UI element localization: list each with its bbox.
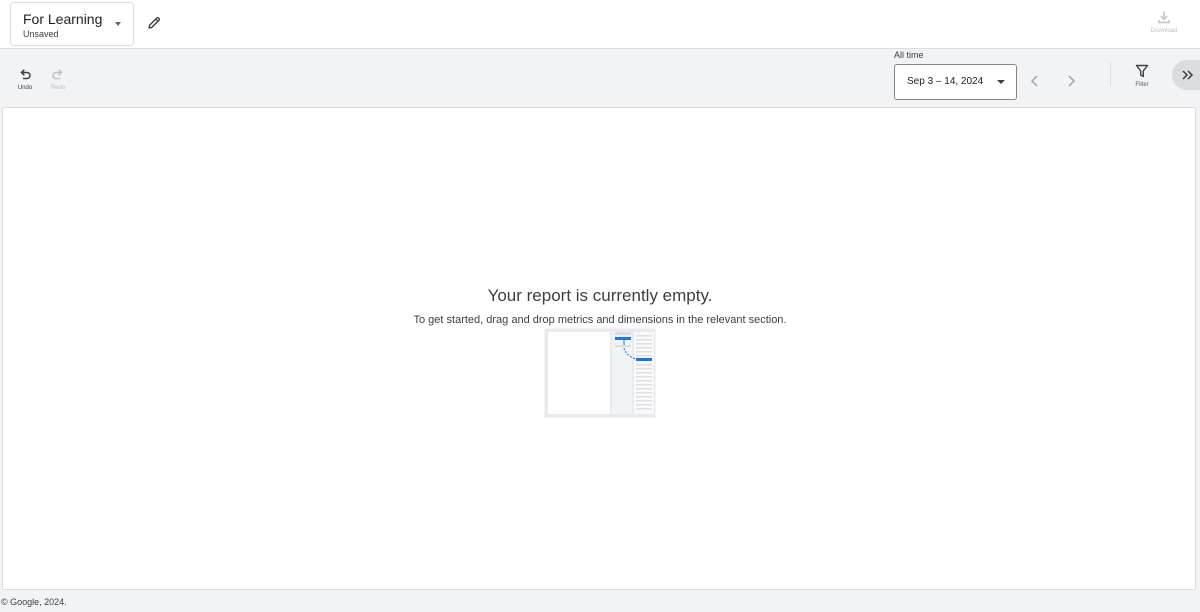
- redo-label: Redo: [50, 85, 66, 91]
- chevron-left-icon: [1031, 75, 1038, 87]
- expand-panel-button[interactable]: [1172, 60, 1200, 90]
- filter-button[interactable]: Filter: [1127, 64, 1157, 88]
- download-icon: [1158, 11, 1170, 24]
- date-range-picker[interactable]: Sep 3 – 14, 2024: [894, 64, 1017, 100]
- undo-label: Undo: [17, 85, 33, 91]
- empty-state-subtitle: To get started, drag and drop metrics an…: [413, 314, 787, 326]
- date-range-value: Sep 3 – 14, 2024: [907, 76, 984, 87]
- report-status: Unsaved: [23, 29, 59, 39]
- download-button[interactable]: Download: [1140, 10, 1188, 42]
- toolbar-divider: [1110, 62, 1111, 86]
- date-range-caption: All time: [894, 50, 924, 60]
- redo-button[interactable]: Redo: [44, 67, 72, 91]
- toolbar: Undo Redo All time Sep 3 – 14, 2024 Filt…: [0, 49, 1200, 106]
- previous-period-button[interactable]: [1026, 71, 1044, 91]
- filter-label: Filter: [1135, 82, 1149, 88]
- empty-state-title: Your report is currently empty.: [487, 286, 713, 305]
- report-title: For Learning: [23, 11, 103, 27]
- edit-report-button[interactable]: [143, 12, 165, 34]
- undo-button[interactable]: Undo: [11, 67, 39, 91]
- chevron-right-icon: [1068, 75, 1075, 87]
- report-selector[interactable]: For Learning Unsaved: [10, 2, 134, 46]
- footer-copyright: © Google, 2024.: [1, 597, 67, 607]
- report-header: For Learning Unsaved Download: [0, 0, 1200, 49]
- download-label: Download: [1150, 28, 1178, 34]
- report-canvas[interactable]: Your report is currently empty. To get s…: [2, 107, 1196, 590]
- undo-icon: [20, 69, 31, 80]
- next-period-button[interactable]: [1062, 71, 1080, 91]
- pencil-icon: [148, 16, 161, 29]
- filter-icon: [1135, 64, 1149, 78]
- redo-icon: [52, 69, 63, 80]
- double-chevron-right-icon: [1182, 70, 1194, 80]
- caret-down-icon: [115, 22, 121, 26]
- drag-and-drop-illustration: [544, 328, 656, 418]
- caret-down-icon: [997, 80, 1005, 84]
